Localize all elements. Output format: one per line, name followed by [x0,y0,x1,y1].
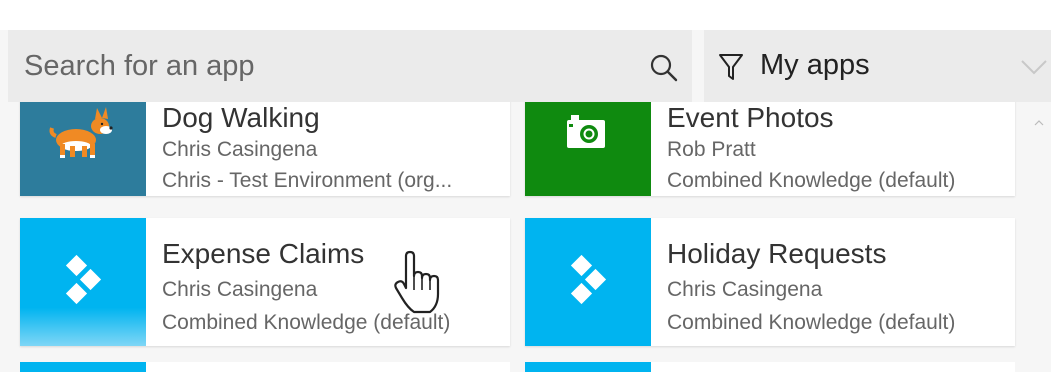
app-tile-expense-claims[interactable]: Expense Claims Chris Casingena Combined … [20,218,510,346]
app-name: Expense Claims [162,238,365,269]
app-environment: Combined Knowledge (default) [667,169,956,192]
filter-icon [719,54,743,80]
app-tile-event-photos[interactable]: Event Photos Rob Pratt Combined Knowledg… [525,102,1015,196]
search-bar [8,30,692,102]
filter-label: My apps [760,49,870,81]
app-grid: Dog Walking Chris Casingena Chris - Test… [10,102,1030,372]
app-environment: Combined Knowledge (default) [162,311,451,334]
app-name: Holiday Requests [667,238,887,269]
top-spacer [0,0,1051,30]
chevron-down-icon [1021,60,1047,75]
app-info: Expense Claims Chris Casingena Combined … [162,218,502,334]
app-thumbnail [525,362,651,372]
app-info: Holiday Requests Chris Casingena Combine… [667,218,1007,334]
search-input[interactable] [8,30,628,102]
app-info: Dog Walking Chris Casingena Chris - Test… [162,102,502,196]
app-thumbnail [525,102,651,196]
search-icon[interactable] [648,52,680,84]
app-owner: Chris Casingena [162,138,318,161]
app-info: Event Photos Rob Pratt Combined Knowledg… [667,102,1007,196]
app-owner: Rob Pratt [667,138,756,161]
app-environment: Combined Knowledge (default) [667,311,956,334]
app-thumbnail [525,218,651,346]
scroll-up-icon[interactable] [1034,118,1044,128]
scrollbar[interactable] [1034,112,1044,362]
app-tile-peek[interactable] [20,362,510,372]
app-thumbnail [20,102,146,196]
app-owner: Chris Casingena [162,278,318,301]
app-name: Dog Walking [162,102,320,133]
app-thumbnail [20,218,146,346]
app-owner: Chris Casingena [667,278,823,301]
powerapps-icon [570,254,607,305]
filter-dropdown[interactable]: My apps [704,30,1051,102]
dog-icon [49,107,113,158]
app-picker: My apps [0,0,1051,372]
app-thumbnail [20,362,146,372]
app-tile-dog-walking[interactable]: Dog Walking Chris Casingena Chris - Test… [20,102,510,196]
powerapps-icon [65,254,102,305]
camera-icon [567,115,605,148]
app-tile-holiday-requests[interactable]: Holiday Requests Chris Casingena Combine… [525,218,1015,346]
app-tile-peek[interactable] [525,362,1015,372]
app-environment: Chris - Test Environment (org... [162,169,453,192]
app-name: Event Photos [667,102,834,133]
